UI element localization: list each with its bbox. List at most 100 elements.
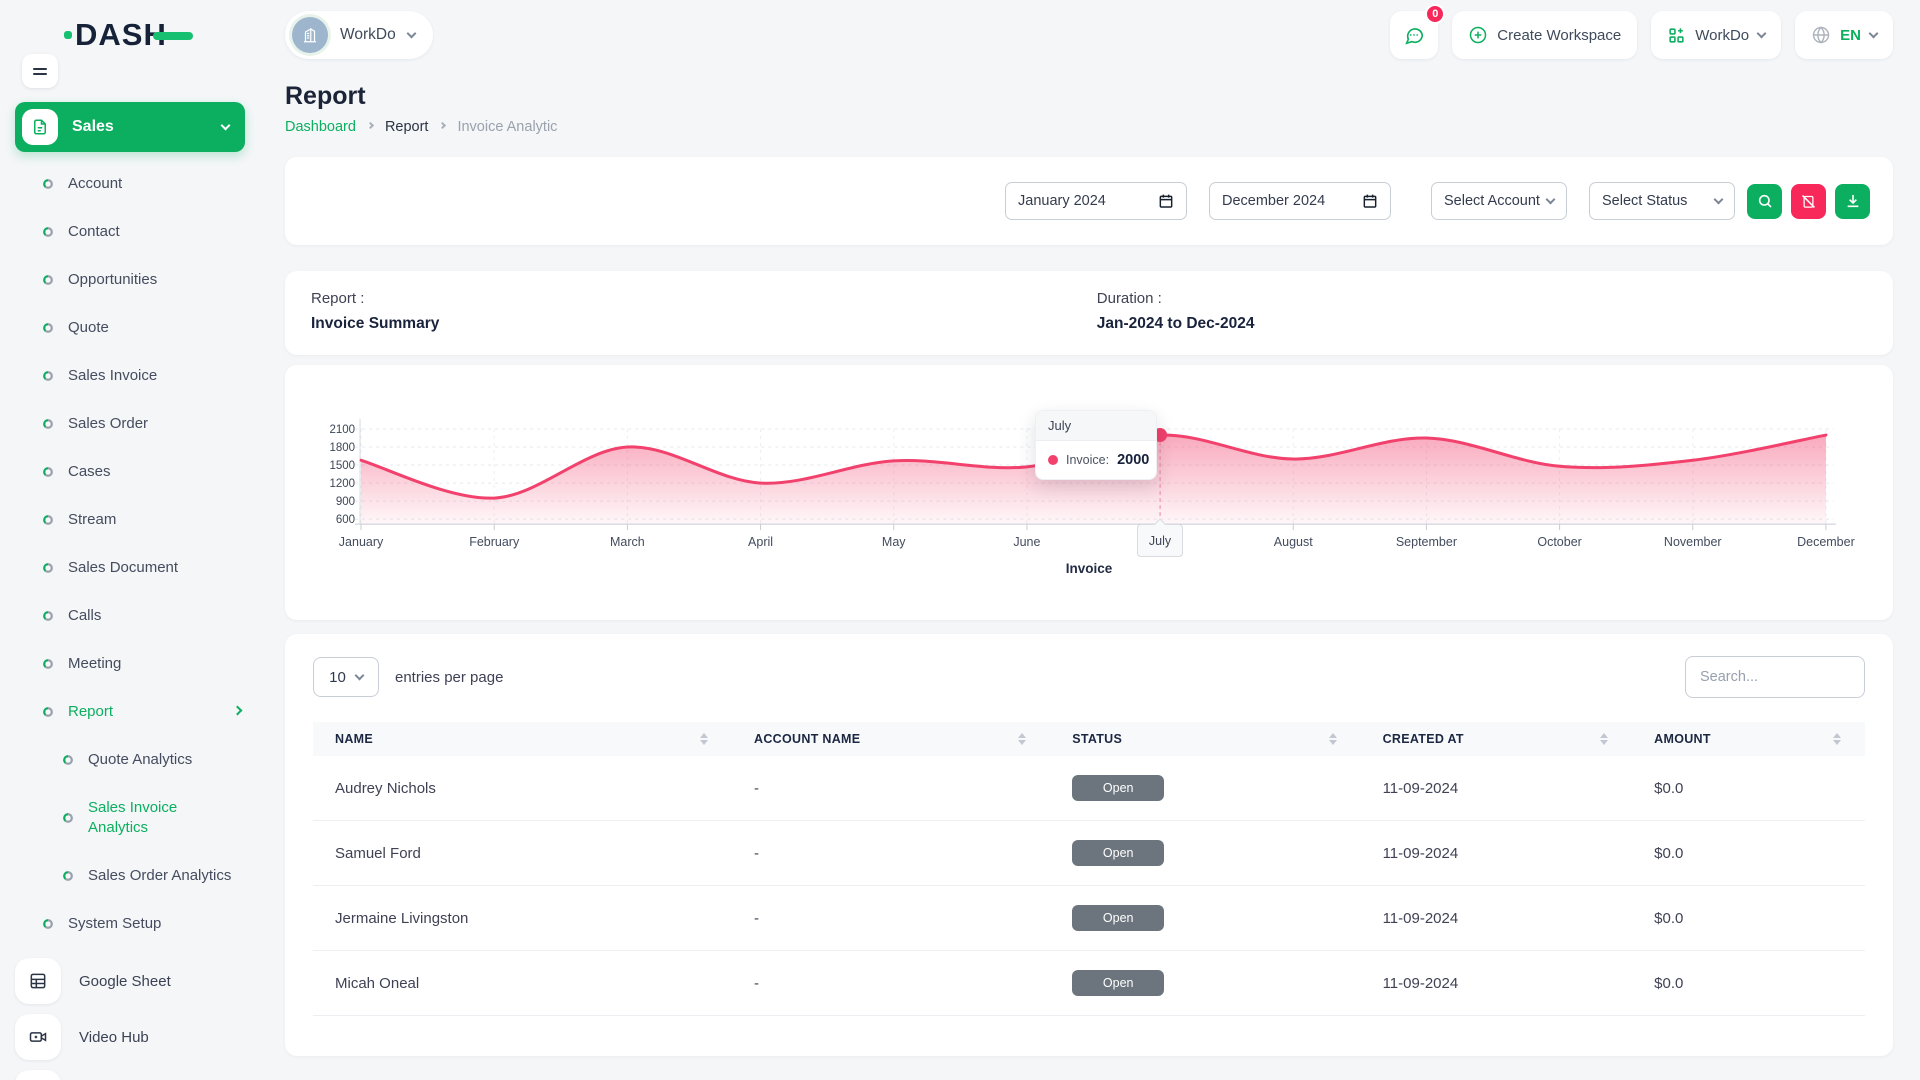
table-row: Audrey Nichols - Open 11-09-2024 $0.0 <box>313 756 1865 821</box>
bullet-icon <box>43 227 53 237</box>
clear-filter-icon <box>1801 194 1816 209</box>
svg-text:December: December <box>1797 535 1855 549</box>
bullet-icon <box>63 813 73 823</box>
download-icon <box>1845 193 1861 209</box>
download-button[interactable] <box>1835 184 1870 219</box>
svg-text:February: February <box>469 535 520 549</box>
sidebar-item-sales-document[interactable]: Sales Document <box>0 544 265 592</box>
create-workspace-label: Create Workspace <box>1497 27 1621 44</box>
chevron-right-icon <box>233 705 243 715</box>
clear-filter-button[interactable] <box>1791 184 1826 219</box>
sidebar-item-sales-invoice[interactable]: Sales Invoice <box>0 352 265 400</box>
entries-per-page-label: entries per page <box>395 669 503 686</box>
cell-account: - <box>732 886 1050 951</box>
globe-icon <box>1811 25 1831 45</box>
duration-label: Duration : <box>1097 290 1255 307</box>
cell-created-at: 11-09-2024 <box>1361 886 1633 951</box>
bullet-icon <box>43 659 53 669</box>
column-header-created-at[interactable]: CREATED AT <box>1383 732 1609 746</box>
svg-text:September: September <box>1396 535 1457 549</box>
svg-text:900: 900 <box>336 496 355 508</box>
select-status-dropdown[interactable]: Select Status <box>1589 182 1735 220</box>
apps-grid-icon <box>1667 26 1686 45</box>
sidebar-section-sales[interactable]: Sales <box>15 102 245 152</box>
sidebar-item-more[interactable] <box>15 1070 265 1080</box>
sidebar-toggle-button[interactable] <box>22 54 58 88</box>
sort-icon <box>690 733 708 745</box>
start-date-input[interactable]: January 2024 <box>1005 182 1187 220</box>
column-header-amount[interactable]: AMOUNT <box>1654 732 1841 746</box>
create-workspace-button[interactable]: Create Workspace <box>1452 11 1637 59</box>
select-account-dropdown[interactable]: Select Account <box>1431 182 1567 220</box>
report-value: Invoice Summary <box>311 315 1097 333</box>
svg-text:2100: 2100 <box>329 424 355 436</box>
svg-text:1200: 1200 <box>329 478 355 490</box>
sidebar-item-sales-order-analytics[interactable]: Sales Order Analytics <box>0 852 265 900</box>
chevron-down-icon <box>1546 194 1556 204</box>
column-header-status[interactable]: STATUS <box>1072 732 1336 746</box>
bullet-icon <box>43 419 53 429</box>
report-label: Report : <box>311 290 1097 307</box>
entries-per-page-select[interactable]: 10 <box>313 657 379 697</box>
sidebar-item-video-hub[interactable]: Video Hub <box>15 1014 265 1060</box>
status-badge: Open <box>1072 840 1164 866</box>
plus-circle-icon <box>1468 25 1488 45</box>
bullet-icon <box>63 871 73 881</box>
column-header-name[interactable]: NAME <box>335 732 708 746</box>
sidebar: Sales Account Contact Opportunities Quot… <box>0 70 265 1080</box>
search-icon <box>1757 193 1773 209</box>
page-title: Report <box>285 82 1893 111</box>
dash-logo[interactable]: DASH <box>64 17 193 53</box>
building-icon <box>301 26 319 44</box>
apply-filter-button[interactable] <box>1747 184 1782 219</box>
logo-accent-bar <box>153 32 193 40</box>
chevron-down-icon <box>1869 28 1879 38</box>
active-month-label: July <box>1137 524 1183 557</box>
sort-icon <box>1008 733 1026 745</box>
workspace-switcher[interactable]: WorkDo <box>285 11 433 59</box>
calendar-icon <box>1362 193 1378 209</box>
spreadsheet-icon <box>15 958 61 1004</box>
language-code: EN <box>1840 27 1861 44</box>
cell-name: Micah Oneal <box>313 951 732 1016</box>
sidebar-item-opportunities[interactable]: Opportunities <box>0 256 265 304</box>
messages-button[interactable]: 0 <box>1390 11 1438 59</box>
apps-dropdown[interactable]: WorkDo <box>1651 11 1781 59</box>
sidebar-item-quote-analytics[interactable]: Quote Analytics <box>0 736 265 784</box>
table-search-input[interactable] <box>1685 656 1865 698</box>
cell-name: Jermaine Livingston <box>313 886 732 951</box>
column-header-account-name[interactable]: ACCOUNT NAME <box>754 732 1026 746</box>
table-row: Samuel Ford - Open 11-09-2024 $0.0 <box>313 821 1865 886</box>
table-row: Jermaine Livingston - Open 11-09-2024 $0… <box>313 886 1865 951</box>
language-dropdown[interactable]: EN <box>1795 11 1893 59</box>
apps-dropdown-label: WorkDo <box>1695 27 1749 44</box>
cell-amount: $0.0 <box>1632 821 1865 886</box>
series-dot-icon <box>1048 455 1058 465</box>
bullet-icon <box>43 611 53 621</box>
sidebar-item-account[interactable]: Account <box>0 160 265 208</box>
breadcrumb-dashboard[interactable]: Dashboard <box>285 119 356 135</box>
sidebar-item-cases[interactable]: Cases <box>0 448 265 496</box>
cell-amount: $0.0 <box>1632 756 1865 821</box>
bullet-icon <box>43 323 53 333</box>
cell-created-at: 11-09-2024 <box>1361 951 1633 1016</box>
sidebar-item-google-sheet[interactable]: Google Sheet <box>15 958 265 1004</box>
chevron-down-icon <box>406 28 416 38</box>
bullet-icon <box>43 275 53 285</box>
sidebar-item-stream[interactable]: Stream <box>0 496 265 544</box>
sidebar-item-sales-invoice-analytics[interactable]: Sales Invoice Analytics <box>0 784 265 852</box>
end-date-input[interactable]: December 2024 <box>1209 182 1391 220</box>
cell-name: Audrey Nichols <box>313 756 732 821</box>
status-badge: Open <box>1072 775 1164 801</box>
sidebar-item-calls[interactable]: Calls <box>0 592 265 640</box>
sidebar-item-meeting[interactable]: Meeting <box>0 640 265 688</box>
sidebar-item-sales-order[interactable]: Sales Order <box>0 400 265 448</box>
sidebar-item-contact[interactable]: Contact <box>0 208 265 256</box>
invoice-table-card: 10 entries per page NAME ACCOUNT NAME ST… <box>285 634 1893 1056</box>
breadcrumb-report[interactable]: Report <box>385 119 429 135</box>
chat-icon <box>1403 24 1425 46</box>
sidebar-item-quote[interactable]: Quote <box>0 304 265 352</box>
svg-text:March: March <box>610 535 645 549</box>
sidebar-item-report[interactable]: Report <box>0 688 265 736</box>
sidebar-item-system-setup[interactable]: System Setup <box>0 900 265 948</box>
